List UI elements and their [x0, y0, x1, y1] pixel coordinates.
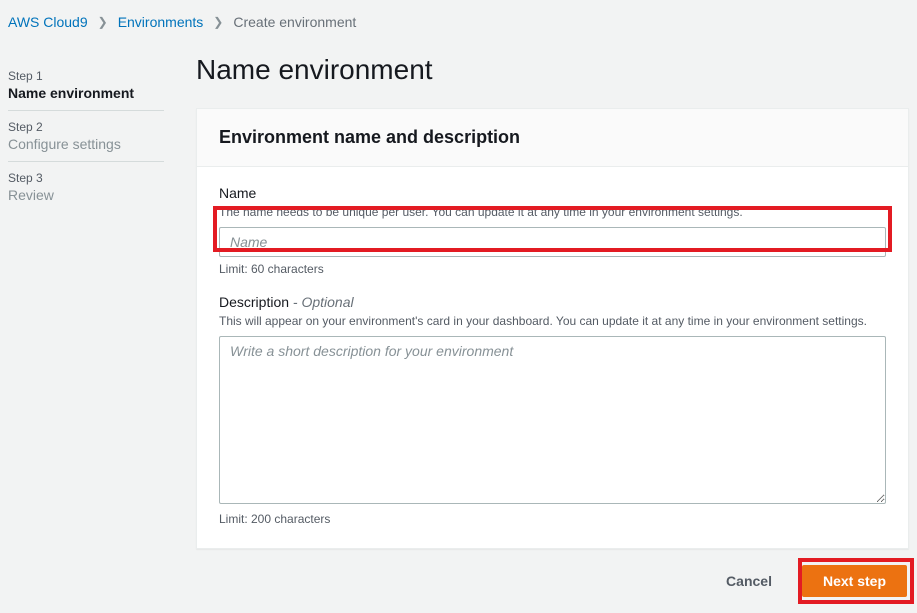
- name-label: Name: [219, 185, 886, 201]
- step-title: Name environment: [8, 85, 164, 101]
- step-title: Configure settings: [8, 136, 164, 152]
- step-number: Step 3: [8, 171, 164, 185]
- breadcrumb-aws-cloud9[interactable]: AWS Cloud9: [8, 14, 88, 30]
- name-input[interactable]: [219, 227, 886, 257]
- chevron-right-icon: ❯: [213, 15, 223, 29]
- name-limit: Limit: 60 characters: [219, 262, 886, 276]
- description-textarea[interactable]: [219, 336, 886, 504]
- breadcrumb-environments[interactable]: Environments: [118, 14, 204, 30]
- cancel-button[interactable]: Cancel: [706, 566, 792, 596]
- page-title: Name environment: [196, 54, 909, 86]
- name-hint: The name needs to be unique per user. Yo…: [219, 204, 886, 221]
- name-description-panel: Environment name and description Name Th…: [196, 108, 909, 549]
- optional-tag: - Optional: [293, 294, 354, 310]
- panel-heading: Environment name and description: [219, 127, 886, 148]
- next-step-button[interactable]: Next step: [802, 565, 907, 597]
- chevron-right-icon: ❯: [98, 15, 108, 29]
- step-3-review[interactable]: Step 3 Review: [8, 162, 164, 212]
- step-title: Review: [8, 187, 164, 203]
- wizard-steps: Step 1 Name environment Step 2 Configure…: [8, 44, 164, 597]
- breadcrumb-current: Create environment: [233, 14, 356, 30]
- step-2-configure-settings[interactable]: Step 2 Configure settings: [8, 111, 164, 162]
- description-label: Description - Optional: [219, 294, 886, 310]
- step-number: Step 1: [8, 69, 164, 83]
- wizard-actions: Cancel Next step: [196, 549, 909, 597]
- description-limit: Limit: 200 characters: [219, 512, 886, 526]
- step-number: Step 2: [8, 120, 164, 134]
- step-1-name-environment[interactable]: Step 1 Name environment: [8, 60, 164, 111]
- description-hint: This will appear on your environment's c…: [219, 313, 886, 330]
- breadcrumb: AWS Cloud9 ❯ Environments ❯ Create envir…: [0, 0, 917, 44]
